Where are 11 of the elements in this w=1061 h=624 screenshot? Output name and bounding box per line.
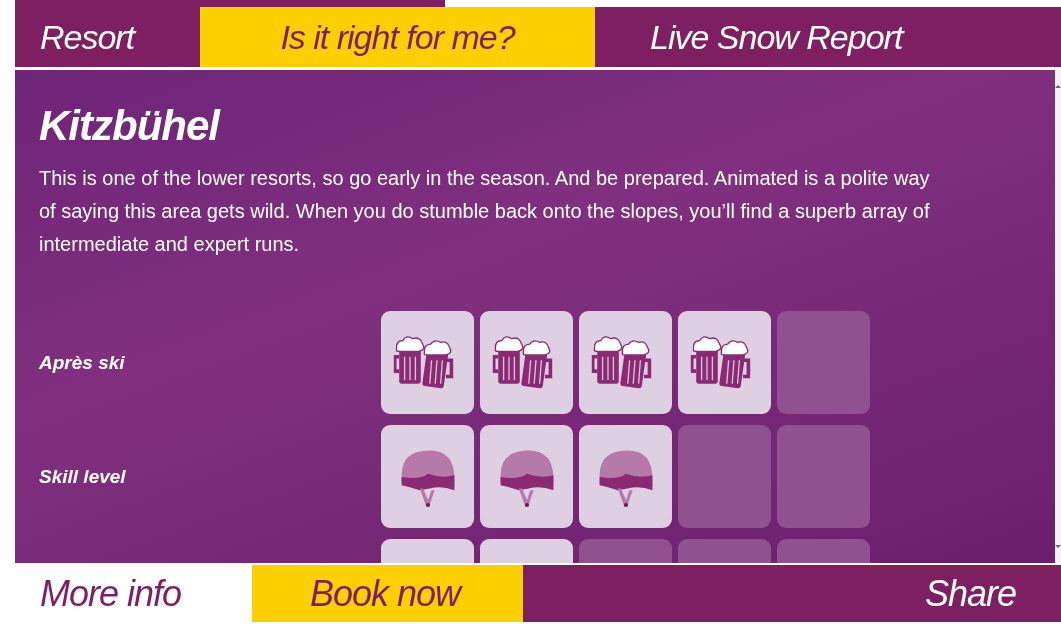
resort-title: Kitzbühel	[39, 101, 219, 151]
scroll-up-icon[interactable]	[1055, 84, 1061, 90]
tab[interactable]: Resort	[15, 7, 200, 67]
action-button[interactable]: Share	[523, 565, 1061, 622]
rating-label: Skill level	[39, 465, 127, 488]
action-button[interactable]: Book now	[252, 565, 523, 622]
scroll-down-icon[interactable]	[1055, 543, 1061, 549]
tab[interactable]: Live Snow Report	[595, 7, 928, 67]
resort-description: This is one of the lower resorts, so go early in the season. And be prepared. Animated is a polite way of saying this area gets wild. When you do stumble back onto the slopes, you’ll find a superb array of intermediate and expert runs.	[39, 166, 931, 257]
rating-label: Après ski	[39, 351, 126, 374]
tab[interactable]: Is it right for me?	[200, 7, 595, 67]
